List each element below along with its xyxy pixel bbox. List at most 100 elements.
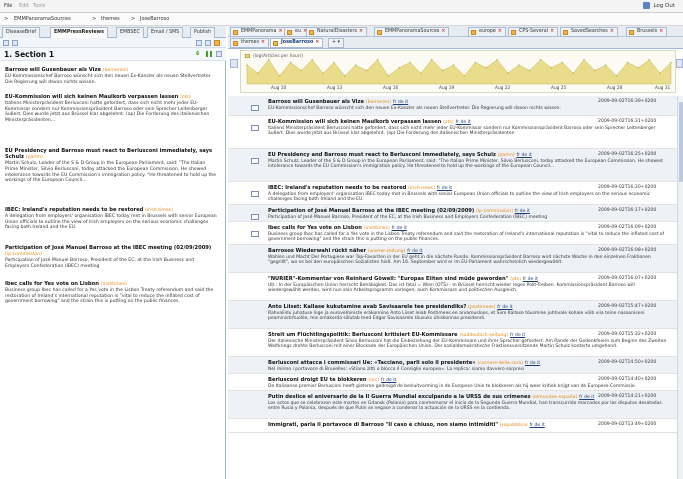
tab-diseasebrief[interactable]: DiseaseBrief — [2, 27, 41, 38]
article-source[interactable]: (postimees) — [468, 305, 495, 310]
table-row[interactable]: Barroso will Gusenbauer als Vize (berner… — [228, 96, 677, 116]
select-checkbox[interactable] — [251, 105, 259, 111]
close-icon[interactable]: × — [261, 40, 265, 45]
menu-file[interactable]: File — [4, 3, 12, 9]
tab-savedsearches[interactable]: SavedSearches × — [560, 27, 618, 37]
table-row[interactable]: Immigrati, parla il portavoce di Barroso… — [228, 419, 677, 433]
tab-josebarroso[interactable]: JoseBarroso × — [270, 38, 324, 48]
list-item[interactable]: Ibec calls for Yes vote on Lisbon (irish… — [5, 281, 219, 305]
article-source[interactable]: (irish-times) — [145, 208, 173, 213]
article-source[interactable]: (repubblica) — [500, 423, 528, 428]
breadcrumb-item[interactable]: EMMPanoramaSources — [14, 16, 71, 22]
close-icon[interactable]: × — [610, 29, 614, 34]
article-title[interactable]: Berlusconi droigt EU te blokkeren — [268, 377, 367, 383]
language-links[interactable]: fr de it — [579, 395, 594, 400]
article-source[interactable]: (irishtimes) — [101, 282, 127, 287]
article-title[interactable]: Barroso will Gusenbauer als Vize — [5, 67, 101, 73]
language-links[interactable]: fr de it — [510, 333, 525, 338]
menu-tools[interactable]: Tools — [33, 3, 45, 9]
scrollbar-thumb[interactable] — [679, 102, 683, 182]
table-row[interactable]: Putin deslice el aniversario de la II Gu… — [228, 391, 677, 419]
article-source[interactable]: (wiener-zeitung) — [368, 249, 406, 254]
article-source[interactable]: (parlm) — [498, 153, 515, 158]
toolbar-icon[interactable] — [12, 40, 18, 46]
list-item[interactable]: Participation of José Manuel Barroso at … — [5, 245, 219, 270]
article-title[interactable]: Berlusconi attacca i commissari Ue: «Tac… — [268, 360, 476, 366]
article-title[interactable]: Participation of José Manuel Barroso at … — [5, 245, 211, 251]
article-source[interactable]: (bernerzei) — [103, 68, 128, 73]
article-source[interactable]: (ip-commission) — [476, 209, 513, 214]
close-icon[interactable]: × — [278, 29, 282, 34]
timeline-scroll-right[interactable] — [676, 59, 683, 68]
table-row[interactable]: IBEC: Ireland's reputation needs to be r… — [228, 182, 677, 205]
select-checkbox[interactable] — [251, 214, 259, 220]
tab-email-sms[interactable]: Email / SMS — [147, 27, 184, 38]
article-source[interactable]: (ots) — [510, 277, 521, 282]
close-icon[interactable]: × — [315, 40, 319, 45]
article-title[interactable]: Anto Liiset: Kallase kukutamine avab Sav… — [268, 304, 466, 310]
language-links[interactable]: fr de it — [456, 120, 471, 125]
close-icon[interactable]: × — [359, 29, 363, 34]
close-icon[interactable]: × — [550, 29, 554, 34]
stats-icon[interactable] — [206, 51, 212, 57]
breadcrumb-item[interactable]: JoseBarroso — [140, 16, 169, 22]
select-checkbox[interactable] — [251, 125, 259, 131]
settings-icon[interactable] — [214, 40, 220, 46]
article-source[interactable]: (nrc) — [368, 378, 379, 383]
list-item[interactable]: EU-Kommission will sich keinen Maulkorb … — [5, 94, 219, 124]
language-links[interactable]: fr de it — [407, 249, 422, 254]
toolbar-icon[interactable] — [196, 40, 202, 46]
toolbar-icon[interactable] — [3, 40, 9, 46]
timeline-scroll-left[interactable] — [230, 59, 238, 68]
article-title[interactable]: Putin deslice el aniversario de la II Gu… — [268, 394, 531, 400]
table-row[interactable]: Streit um Flüchtlingspolitik: Berlusconi… — [228, 329, 677, 357]
language-links[interactable]: fr de it — [497, 305, 512, 310]
article-source[interactable]: (corriere-della-sera) — [477, 361, 523, 366]
table-row[interactable]: Berlusconi attacca i commissari Ue: «Tac… — [228, 357, 677, 374]
article-title[interactable]: Participation of José Manuel Barroso at … — [268, 208, 474, 214]
tab-brussels[interactable]: Brussels × — [626, 27, 668, 37]
table-row[interactable]: EU-Kommission will sich keinen Maulkorb … — [228, 116, 677, 149]
close-icon[interactable]: × — [498, 29, 502, 34]
table-row[interactable]: "NURIER"-Kommentar von Reinhard Göweil: … — [228, 273, 677, 301]
language-links[interactable]: fr de it — [530, 423, 545, 428]
language-links[interactable]: fr de it — [381, 378, 396, 383]
article-source[interactable]: (irish-news) — [408, 186, 435, 191]
article-title[interactable]: EU-Kommission will sich keinen Maulkorb … — [268, 119, 441, 125]
language-links[interactable]: fr de it — [393, 100, 408, 105]
tab-emmpanorama[interactable]: EMMPanorama × — [230, 27, 287, 37]
article-title[interactable]: Immigrati, parla il portavoce di Barroso… — [268, 422, 498, 428]
article-title[interactable]: EU Presidency and Barroso must react to … — [268, 152, 496, 158]
tab-themes[interactable]: themes × — [230, 38, 270, 48]
table-row[interactable]: Barrosos Wiederwahl rückt näher (wiener-… — [228, 245, 677, 273]
article-title[interactable]: EU-Kommission will sich keinen Maulkorb … — [5, 94, 178, 100]
tab-cps-several[interactable]: CPS-Several × — [508, 27, 559, 37]
menu-edit[interactable]: Edit — [19, 3, 29, 9]
article-source[interactable]: (elmundoe-españa) — [532, 395, 577, 400]
language-links[interactable]: fr de it — [515, 209, 530, 214]
select-checkbox[interactable] — [251, 158, 259, 164]
tab-europe[interactable]: europe × — [468, 27, 506, 37]
article-title[interactable]: Barroso will Gusenbauer als Vize — [268, 99, 364, 105]
select-checkbox[interactable] — [251, 191, 259, 197]
list-item[interactable]: Barroso will Gusenbauer als Vize (berner… — [5, 67, 219, 85]
section-menu-icon[interactable] — [216, 51, 222, 57]
article-title[interactable]: Ibec calls for Yes vote on Lisbon — [5, 281, 99, 287]
article-source[interactable]: (suddeutsch-zeitung) — [459, 333, 508, 338]
article-title[interactable]: Streit um Flüchtlingspolitik: Berlusconi… — [268, 332, 458, 338]
article-title[interactable]: Ibec calls for Yes vote on Lisbon — [268, 225, 362, 231]
table-row[interactable]: Berlusconi droigt EU te blokkeren (nrc) … — [228, 374, 677, 391]
article-source[interactable]: (ots) — [443, 120, 454, 125]
tab-embsec[interactable]: EMBSEC — [116, 27, 144, 38]
logout-button[interactable]: Log Out — [643, 2, 675, 9]
list-item[interactable]: IBEC: Ireland's reputation needs to be r… — [5, 207, 219, 231]
language-links[interactable]: fr de it — [525, 361, 540, 366]
article-source[interactable]: (irishtimes) — [364, 226, 390, 231]
select-checkbox[interactable] — [251, 231, 259, 237]
language-links[interactable]: fr de it — [517, 153, 532, 158]
timeline-chart[interactable]: (log(Articles per hour)) Aug 10 Aug 13 A… — [240, 50, 676, 93]
vertical-scrollbar[interactable] — [677, 96, 683, 479]
article-title[interactable]: Barrosos Wiederwahl rückt näher — [268, 248, 366, 254]
toolbar-icon[interactable] — [205, 40, 211, 46]
new-tab-button[interactable]: + ▾ — [328, 38, 344, 48]
